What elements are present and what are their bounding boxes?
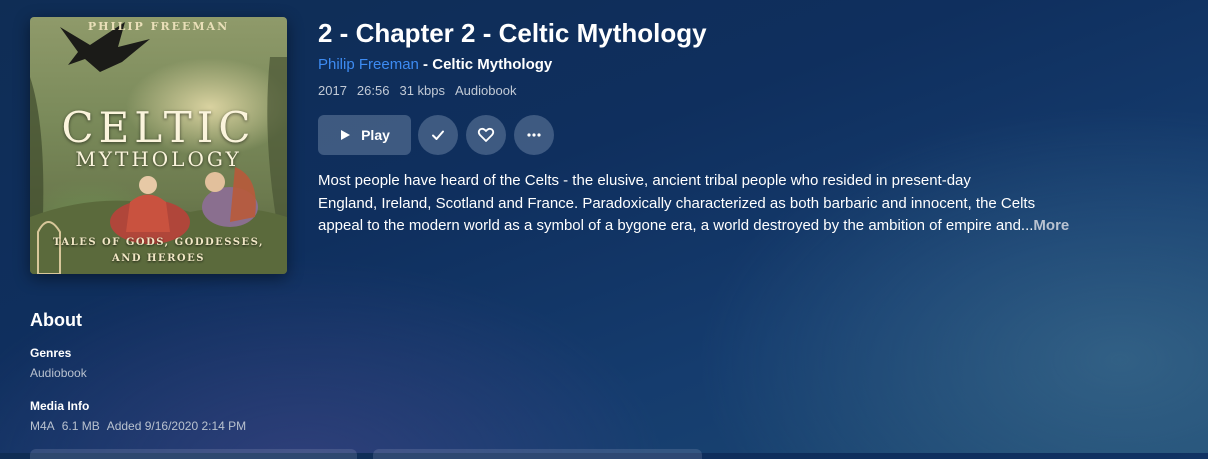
meta-year: 2017 xyxy=(318,83,347,98)
description-line-last: appeal to the modern world as a symbol o… xyxy=(318,215,1148,238)
media-format: M4A xyxy=(30,419,55,433)
artist-link[interactable]: Philip Freeman xyxy=(318,56,419,73)
media-added: Added 9/16/2020 2:14 PM xyxy=(106,419,247,433)
mark-played-button[interactable] xyxy=(418,115,458,155)
subtitle-separator: - xyxy=(418,56,433,73)
favorite-button[interactable] xyxy=(466,115,506,155)
genres-label: Genres xyxy=(30,346,72,360)
meta-duration: 26:56 xyxy=(356,83,390,98)
track-subtitle: Philip Freeman - Celtic Mythology xyxy=(318,56,552,73)
heart-icon xyxy=(477,127,495,142)
media-size: 6.1 MB xyxy=(61,419,100,433)
check-icon xyxy=(432,130,444,140)
album-link[interactable]: Celtic Mythology xyxy=(432,56,552,73)
play-button-label: Play xyxy=(361,127,390,143)
more-icon xyxy=(527,133,541,137)
cover-subtitle-text-2: AND HEROES xyxy=(112,253,205,264)
meta-genre: Audiobook xyxy=(455,83,517,98)
media-info-label: Media Info xyxy=(30,399,90,413)
play-button[interactable]: Play xyxy=(318,115,411,155)
bottom-card[interactable] xyxy=(373,449,702,459)
track-description: Most people have heard of the Celts - th… xyxy=(318,170,1148,238)
genres-value[interactable]: Audiobook xyxy=(30,366,87,380)
media-info-value: M4A 6.1 MB Added 9/16/2020 2:14 PM xyxy=(30,419,253,433)
album-cover: PHILIP FREEMAN CELTIC MYTHOLOGY TALES OF… xyxy=(30,17,287,274)
cover-title-text-2: MYTHOLOGY xyxy=(75,147,242,171)
cover-subtitle-text: TALES OF GODS, GODDESSES, xyxy=(53,237,264,248)
meta-bitrate: 31 kbps xyxy=(399,83,446,98)
play-icon xyxy=(341,130,351,140)
track-meta: 2017 26:56 31 kbps Audiobook xyxy=(318,83,516,98)
more-link[interactable]: More xyxy=(1033,217,1069,234)
cover-author-text: PHILIP FREEMAN xyxy=(87,20,230,33)
description-text: appeal to the modern world as a symbol o… xyxy=(318,217,1034,234)
description-line: Most people have heard of the Celts - th… xyxy=(318,172,971,189)
track-title: 2 - Chapter 2 - Celtic Mythology xyxy=(318,18,707,48)
bottom-card[interactable] xyxy=(30,449,357,459)
about-heading: About xyxy=(30,310,82,330)
description-line: England, Ireland, Scotland and France. P… xyxy=(318,194,1036,212)
more-options-button[interactable] xyxy=(514,115,554,155)
cover-title-text: CELTIC xyxy=(61,103,256,152)
